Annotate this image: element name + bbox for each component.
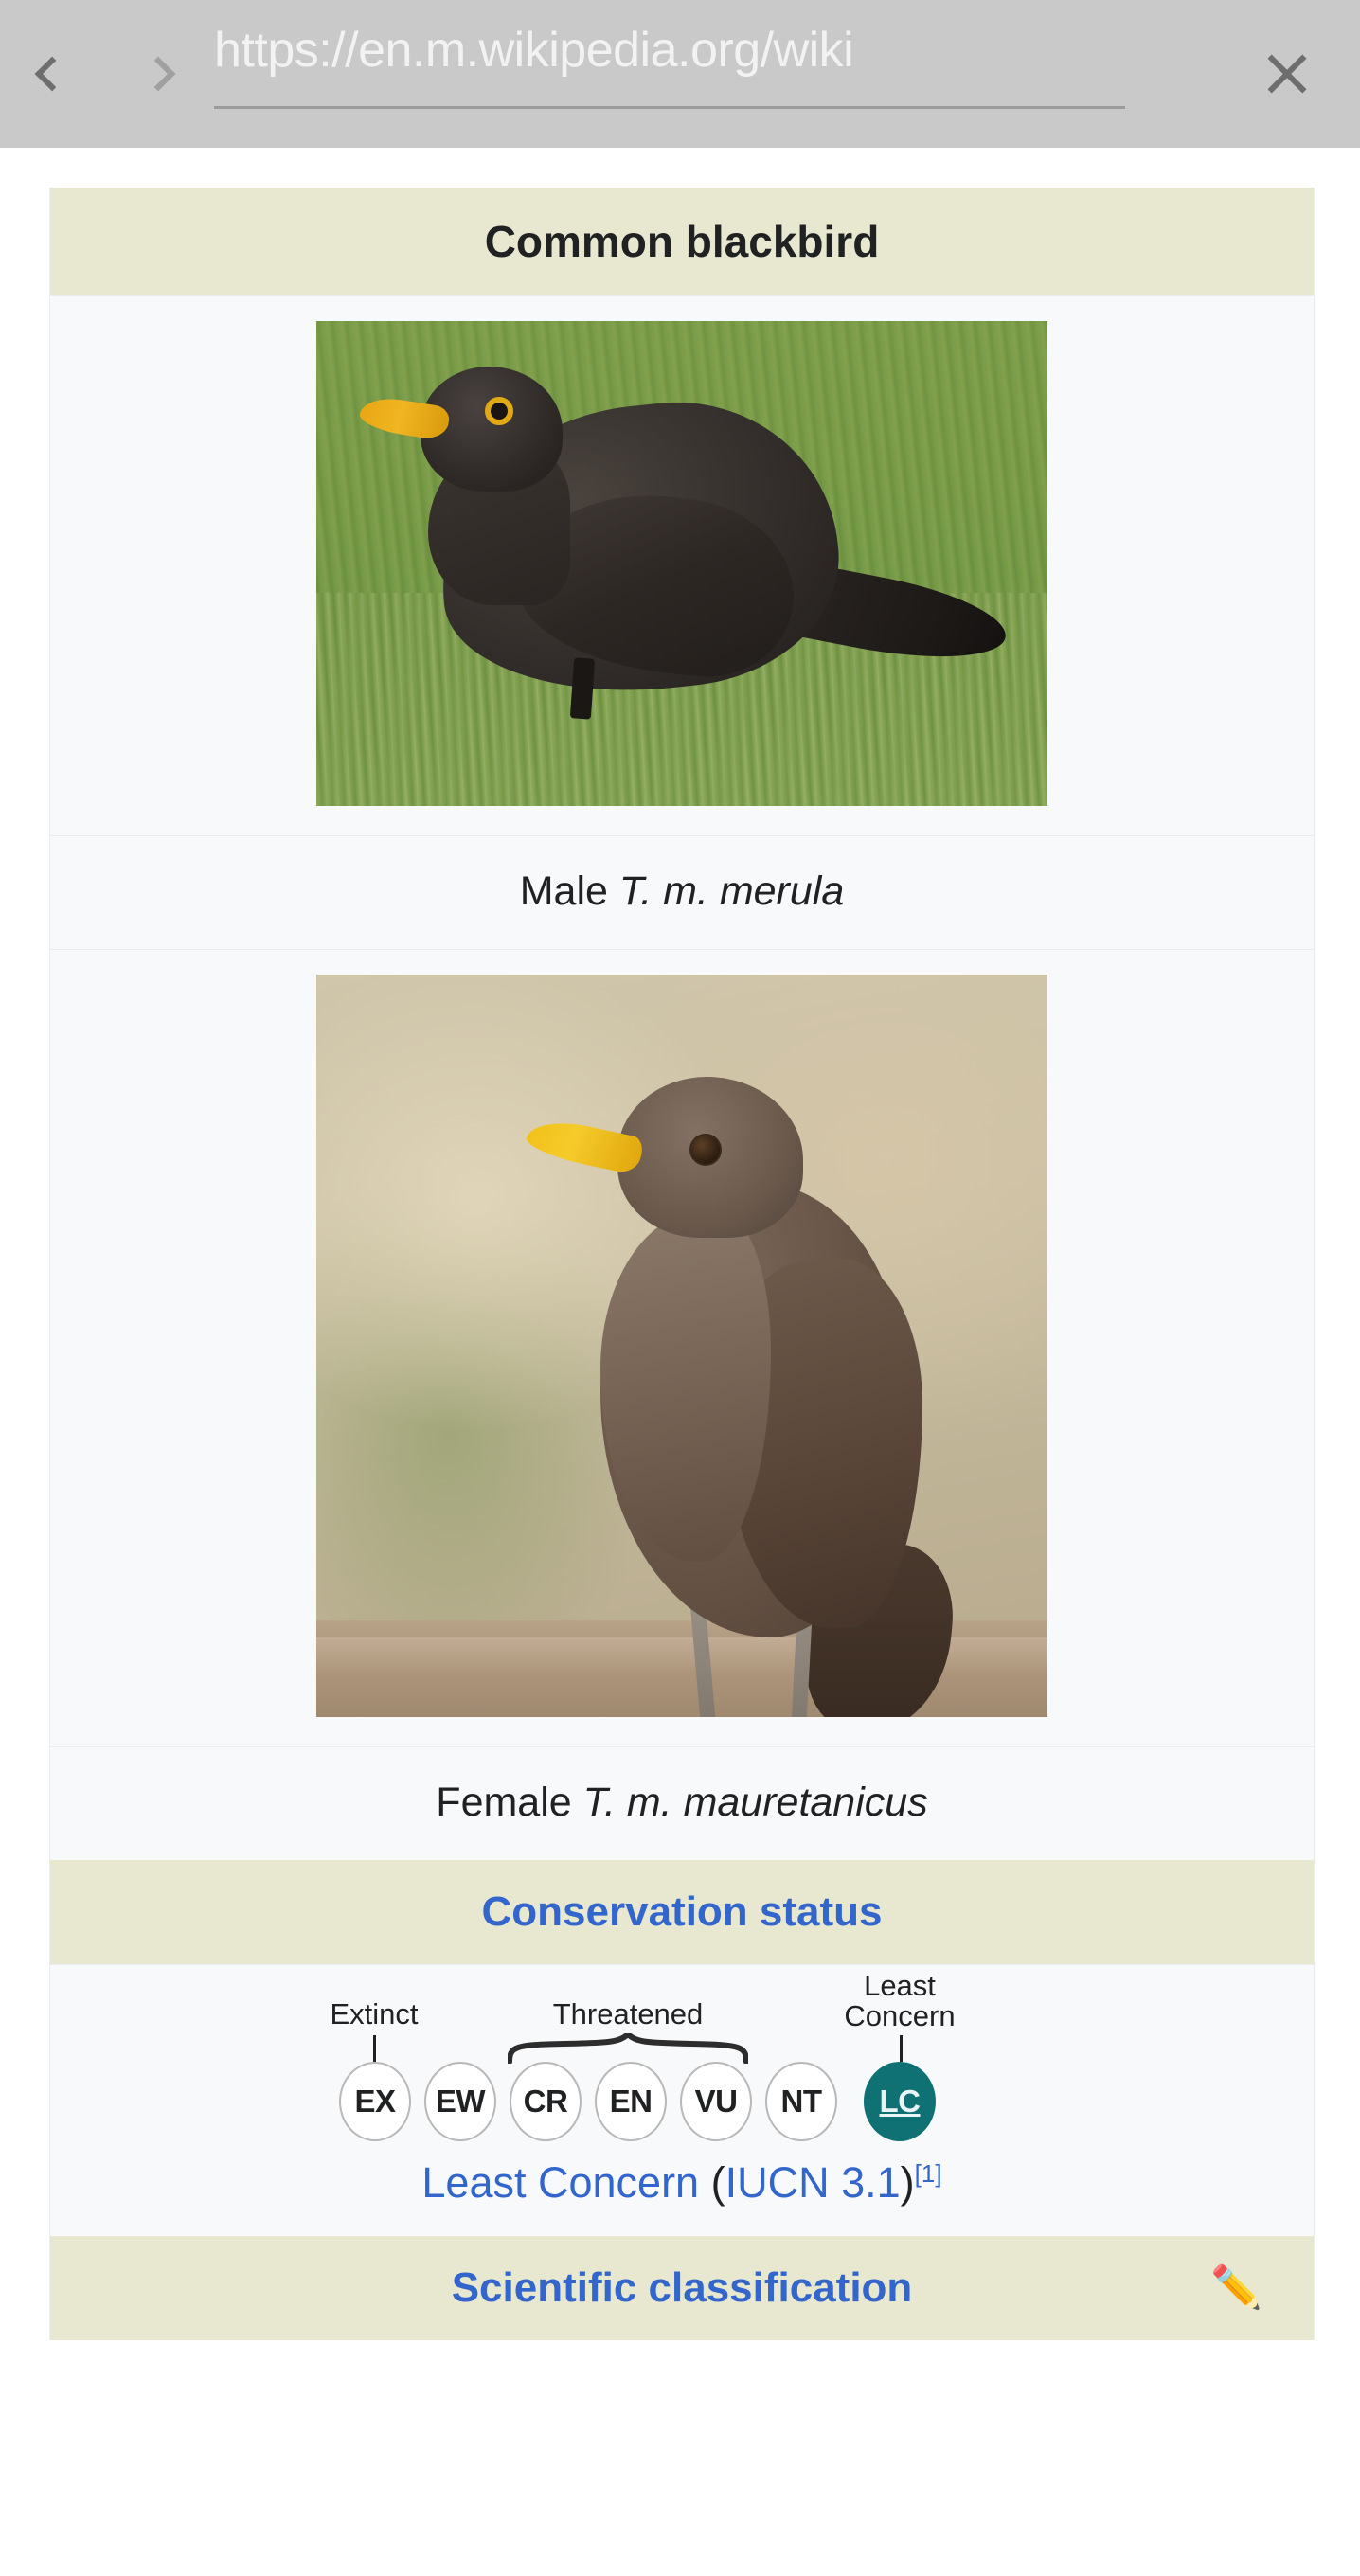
reference-link-1[interactable]: [1] [915, 2159, 942, 2188]
infobox-title-row: Common blackbird [50, 188, 1314, 295]
page-title: Common blackbird [484, 217, 880, 266]
page-content: Common blackbird Male T. m. merula Femal… [0, 148, 1360, 2576]
group-label-extinct: Extinct [330, 1997, 419, 2030]
iucn-pill-nt[interactable]: NT [765, 2062, 837, 2141]
female-blackbird-photo[interactable] [316, 975, 1047, 1717]
pencil-icon[interactable]: ✏️ [1210, 2267, 1262, 2309]
url-text[interactable]: https://en.m.wikipedia.org/wiki [214, 22, 853, 79]
female-image-caption: Female T. m. mauretanicus [50, 1746, 1314, 1860]
chevron-right-icon [140, 56, 176, 92]
group-label-least-concern: Least Concern [844, 1969, 956, 2032]
female-caption-prefix: Female [436, 1780, 583, 1825]
conservation-status-text: Least Concern (IUCN 3.1)[1] [50, 2158, 1314, 2208]
male-image-cell [50, 295, 1314, 835]
iucn-pill-ex[interactable]: EX [339, 2062, 411, 2141]
iucn-pill-en[interactable]: EN [595, 2062, 667, 2141]
male-caption-prefix: Male [519, 868, 619, 914]
chevron-left-icon [34, 56, 70, 92]
extinct-tick-mark [373, 2035, 376, 2062]
iucn-status-graphic: Extinct Threatened Least Concern EX EW CR EN… [303, 1971, 1061, 2141]
least-concern-tick-mark [900, 2035, 903, 2062]
conservation-status-cell: Extinct Threatened Least Concern EX EW CR EN… [50, 1964, 1314, 2236]
male-blackbird-photo[interactable] [316, 321, 1047, 806]
bird-eye [689, 1134, 722, 1166]
iucn-pill-cr[interactable]: CR [510, 2062, 582, 2141]
conservation-status-header[interactable]: Conservation status [50, 1860, 1314, 1964]
group-label-threatened: Threatened [552, 1997, 704, 2030]
male-image-caption: Male T. m. merula [50, 835, 1314, 949]
threatened-brace-icon [508, 2033, 748, 2064]
female-image-cell [50, 949, 1314, 1746]
scientific-classification-link[interactable]: Scientific classification [452, 2264, 913, 2311]
url-underline [214, 106, 1125, 109]
bird-eye [485, 397, 513, 425]
iucn-pill-ew[interactable]: EW [424, 2062, 496, 2141]
scientific-classification-header[interactable]: Scientific classification ✏️ [50, 2236, 1314, 2340]
browser-chrome-bar: https://en.m.wikipedia.org/wiki [0, 0, 1360, 148]
close-paren: ) [900, 2158, 915, 2207]
iucn-pill-vu[interactable]: VU [680, 2062, 752, 2141]
forward-button[interactable] [123, 39, 193, 109]
url-bar[interactable]: https://en.m.wikipedia.org/wiki [214, 12, 1226, 135]
close-button[interactable] [1235, 22, 1339, 126]
open-paren: ( [699, 2158, 725, 2207]
conservation-status-link[interactable]: Conservation status [482, 1888, 883, 1935]
species-infobox: Common blackbird Male T. m. merula Femal… [49, 188, 1315, 2340]
female-caption-taxon: T. m. mauretanicus [582, 1780, 928, 1825]
bird-leg [569, 657, 596, 720]
least-concern-link[interactable]: Least Concern [421, 2158, 699, 2207]
iucn-pill-lc[interactable]: LC [864, 2062, 936, 2141]
iucn-scale-pills: EX EW CR EN VU NT LC [303, 2062, 1061, 2141]
iucn-version-link[interactable]: IUCN 3.1 [725, 2158, 901, 2207]
back-button[interactable] [17, 39, 87, 109]
male-caption-taxon: T. m. merula [618, 868, 845, 914]
